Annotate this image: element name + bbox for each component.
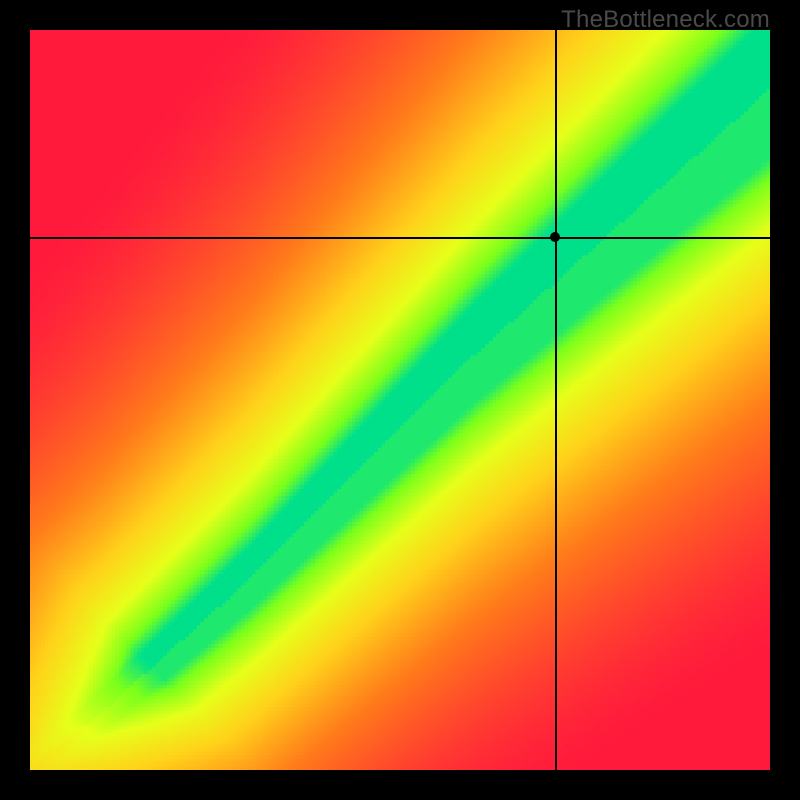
heatmap-canvas bbox=[30, 30, 770, 770]
chart-frame: TheBottleneck.com bbox=[0, 0, 800, 800]
crosshair-vertical bbox=[555, 30, 557, 770]
plot-area bbox=[30, 30, 770, 770]
crosshair-horizontal bbox=[30, 237, 770, 239]
watermark-text: TheBottleneck.com bbox=[561, 6, 770, 34]
marker-dot bbox=[550, 232, 560, 242]
